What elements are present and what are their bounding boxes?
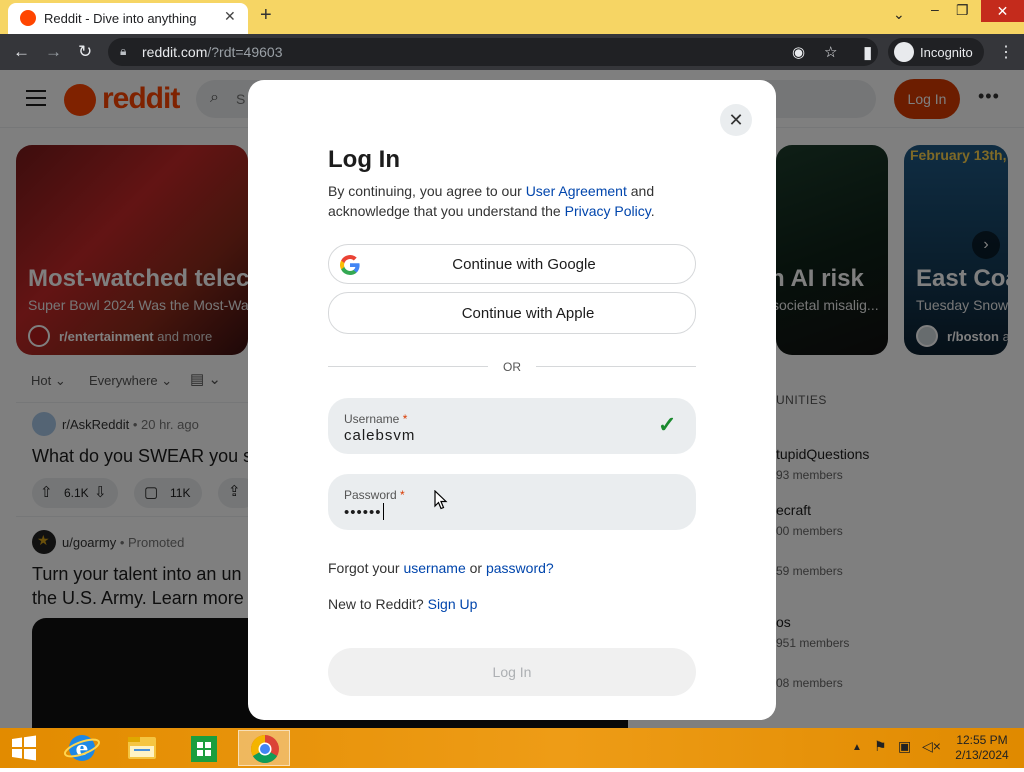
show-hidden-icons-chevron-icon[interactable]: ▲ (852, 742, 862, 753)
clock-date: 2/13/2024 (955, 748, 1009, 762)
side-panel-icon[interactable]: ▮ (863, 43, 872, 63)
password-field[interactable]: Password * •••••• (328, 474, 696, 530)
back-arrow-icon[interactable]: ← (13, 42, 30, 62)
internet-explorer-icon[interactable]: e (56, 730, 108, 766)
file-explorer-icon[interactable] (116, 730, 168, 766)
continue-with-google-button[interactable]: Continue with Google (328, 244, 696, 284)
continue-with-apple-button[interactable]: Continue with Apple (328, 292, 696, 334)
minimize-button[interactable]: – (931, 1, 939, 17)
restore-button[interactable]: ❐ (956, 2, 969, 19)
username-field[interactable]: Username * calebsvm ✓ (328, 398, 696, 454)
incognito-badge[interactable]: Incognito (888, 38, 984, 66)
browser-tab-reddit[interactable]: Reddit - Dive into anything ✕ (8, 3, 248, 34)
login-submit-button[interactable]: Log In (328, 648, 696, 696)
chrome-icon[interactable] (238, 730, 290, 766)
browser-menu-icon[interactable]: ⋮ (998, 42, 1014, 62)
browser-toolbar: ← → ↻ 🔒︎ reddit.com/?rdt=49603 ◉ ☆ ▮ Inc… (0, 34, 1024, 70)
clock-time: 12:55 PM (956, 733, 1008, 747)
action-center-flag-icon[interactable]: ⚑ (874, 738, 887, 755)
windows-start-icon[interactable] (10, 735, 38, 761)
privacy-policy-link[interactable]: Privacy Policy (565, 203, 651, 219)
password-value: •••••• (344, 503, 384, 521)
reload-icon[interactable]: ↻ (78, 42, 92, 62)
modal-title: Log In (328, 146, 400, 173)
network-icon[interactable]: ▣ (898, 738, 911, 755)
apple-button-label: Continue with Apple (461, 305, 595, 322)
mouse-cursor-icon (434, 490, 448, 510)
username-label: Username * (344, 412, 408, 426)
forgot-password-link[interactable]: password? (486, 560, 554, 576)
new-tab-button[interactable]: + (260, 4, 272, 27)
close-window-button[interactable]: ✕ (981, 0, 1024, 22)
agreement-text: By continuing, you agree to our User Agr… (328, 183, 655, 219)
incognito-label: Incognito (920, 45, 973, 60)
signup-prompt: New to Reddit? Sign Up (328, 596, 478, 612)
user-agreement-link[interactable]: User Agreement (526, 183, 627, 199)
tab-search-chevron-icon[interactable]: ⌄ (893, 6, 905, 23)
address-bar[interactable]: 🔒︎ reddit.com/?rdt=49603 ◉ ☆ (108, 38, 878, 66)
windows-taskbar: e ▲ ⚑ ▣ ◁× 12:55 PM 2/13/2024 (0, 728, 1024, 768)
divider (328, 366, 488, 367)
url-text: reddit.com/?rdt=49603 (142, 44, 283, 60)
text-caret (382, 503, 384, 520)
eye-slash-icon[interactable]: ◉ (792, 43, 805, 61)
google-button-label: Continue with Google (452, 256, 596, 273)
username-value: calebsvm (344, 427, 416, 444)
forward-arrow-icon[interactable]: → (45, 42, 62, 62)
forgot-credentials-text: Forgot your username or password? (328, 560, 554, 576)
incognito-icon (894, 42, 914, 62)
forgot-username-link[interactable]: username (403, 560, 465, 576)
volume-muted-icon[interactable]: ◁× (922, 738, 941, 755)
or-separator: OR (503, 360, 521, 374)
tab-title: Reddit - Dive into anything (44, 11, 197, 26)
login-modal: ✕ Log In By continuing, you agree to our… (248, 80, 776, 720)
browser-tab-strip: Reddit - Dive into anything ✕ + ⌄ – ❐ ✕ (0, 0, 1024, 34)
tab-close-icon[interactable]: ✕ (224, 8, 236, 25)
lock-icon: 🔒︎ (120, 44, 127, 58)
password-label: Password * (344, 488, 405, 502)
divider (536, 366, 696, 367)
reddit-favicon-icon (20, 10, 36, 26)
star-icon[interactable]: ☆ (824, 43, 837, 61)
system-clock[interactable]: 12:55 PM 2/13/2024 (944, 733, 1020, 763)
sign-up-link[interactable]: Sign Up (428, 596, 478, 612)
checkmark-icon: ✓ (658, 412, 677, 437)
close-icon[interactable]: ✕ (720, 104, 752, 136)
windows-store-icon[interactable] (178, 730, 230, 766)
